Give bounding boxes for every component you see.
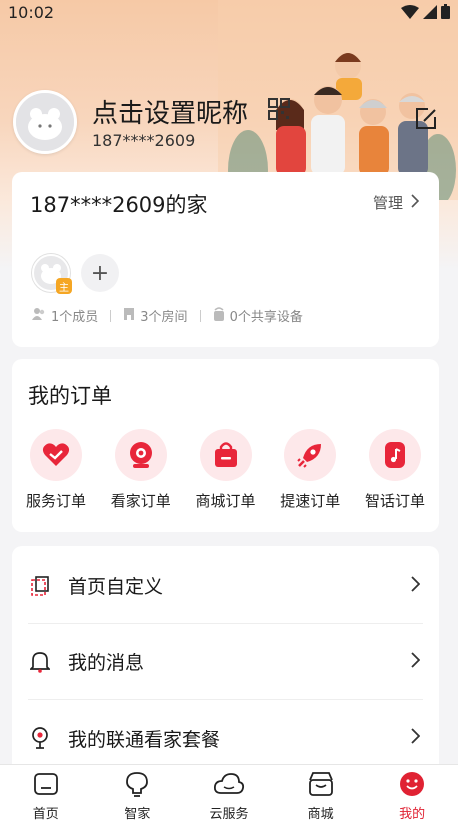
chevron-right-icon (411, 575, 423, 596)
shared-device-icon (213, 306, 225, 325)
menu-item-label: 首页自定义 (68, 576, 164, 598)
tab-smart-home[interactable]: 智家 (92, 765, 184, 820)
bell-icon (28, 651, 52, 673)
order-label: 服务订单 (25, 492, 86, 510)
bulb-icon (125, 771, 149, 801)
default-avatar-icon (16, 93, 74, 151)
menu-item-label: 我的联通看家套餐 (68, 728, 221, 751)
order-label: 提速订单 (280, 492, 341, 510)
stat-rooms: 3个房间 (140, 310, 188, 325)
orders-title: 我的订单 (28, 384, 112, 408)
order-label: 商城订单 (195, 492, 256, 510)
order-label: 看家订单 (110, 492, 171, 510)
divider (199, 309, 201, 322)
heart-service-icon (30, 429, 82, 481)
home-card[interactable]: 187****2609的家 管理 主 + 1个成员 3个房间 0个共享设备 (12, 172, 439, 347)
menu-item-label: 我的消息 (68, 652, 145, 674)
tab-label: 商城 (307, 807, 334, 820)
location-pin-icon (28, 727, 52, 749)
edit-icon[interactable] (414, 107, 438, 135)
store-icon (307, 771, 335, 801)
tab-profile[interactable]: 我的 (366, 765, 458, 820)
cloud-icon (213, 771, 245, 801)
profile-icon (399, 771, 425, 801)
family-illustration (218, 0, 458, 200)
menu-item-homepage-customize[interactable]: 首页自定义 (28, 548, 423, 624)
order-homewatch[interactable]: 看家订单 (99, 429, 183, 511)
orders-card: 我的订单 服务订单 看家订单 商城订单 提速订单 智话订单 (12, 359, 439, 532)
qr-code-icon[interactable] (268, 98, 290, 124)
tab-cloud-service[interactable]: 云服务 (183, 765, 275, 820)
tab-label: 我的 (399, 807, 426, 820)
tab-mall[interactable]: 商城 (275, 765, 367, 820)
tab-label: 云服务 (209, 807, 249, 820)
rocket-icon (284, 429, 337, 481)
menu-item-messages[interactable]: 我的消息 (28, 624, 423, 700)
plus-icon: + (90, 260, 110, 286)
phone-number: 187****2609 (92, 131, 196, 150)
home-title: 187****2609的家 (30, 193, 208, 217)
tab-label: 首页 (32, 807, 59, 820)
customize-icon (28, 575, 52, 596)
stat-members: 1个成员 (51, 310, 99, 325)
add-member-button[interactable]: + (81, 254, 119, 292)
manage-label: 管理 (372, 194, 403, 212)
tab-home[interactable]: 首页 (0, 765, 92, 820)
battery-icon (441, 4, 450, 23)
order-mall[interactable]: 商城订单 (184, 429, 268, 511)
manage-button[interactable]: 管理 (372, 192, 420, 213)
chevron-right-icon (411, 728, 423, 748)
signal-icon (423, 4, 437, 23)
shopping-bag-icon (199, 429, 252, 481)
bottom-tab-bar: 首页 智家 云服务 商城 我的 (0, 764, 458, 820)
status-time: 10:02 (8, 3, 55, 22)
home-stats: 1个成员 3个房间 0个共享设备 (32, 306, 303, 325)
avatar[interactable] (13, 90, 77, 154)
stat-shared-devices: 0个共享设备 (229, 310, 303, 325)
status-bar: 10:02 (0, 0, 458, 26)
music-note-icon (369, 429, 421, 481)
home-icon (33, 771, 59, 801)
owner-badge-icon: 主 (56, 278, 72, 294)
camera-icon (114, 429, 167, 481)
nickname-prompt[interactable]: 点击设置昵称 (92, 93, 248, 130)
members-icon (32, 307, 46, 325)
wifi-icon (401, 4, 419, 23)
chevron-right-icon (411, 193, 420, 212)
order-service[interactable]: 服务订单 (14, 429, 98, 511)
rooms-icon (123, 307, 135, 325)
menu-card: 首页自定义 我的消息 我的联通看家套餐 (12, 546, 439, 786)
divider (110, 309, 112, 322)
order-label: 智话订单 (364, 492, 425, 510)
order-speedup[interactable]: 提速订单 (268, 429, 352, 511)
tab-label: 智家 (124, 807, 151, 820)
order-smartcall[interactable]: 智话订单 (353, 429, 437, 511)
chevron-right-icon (411, 651, 423, 672)
